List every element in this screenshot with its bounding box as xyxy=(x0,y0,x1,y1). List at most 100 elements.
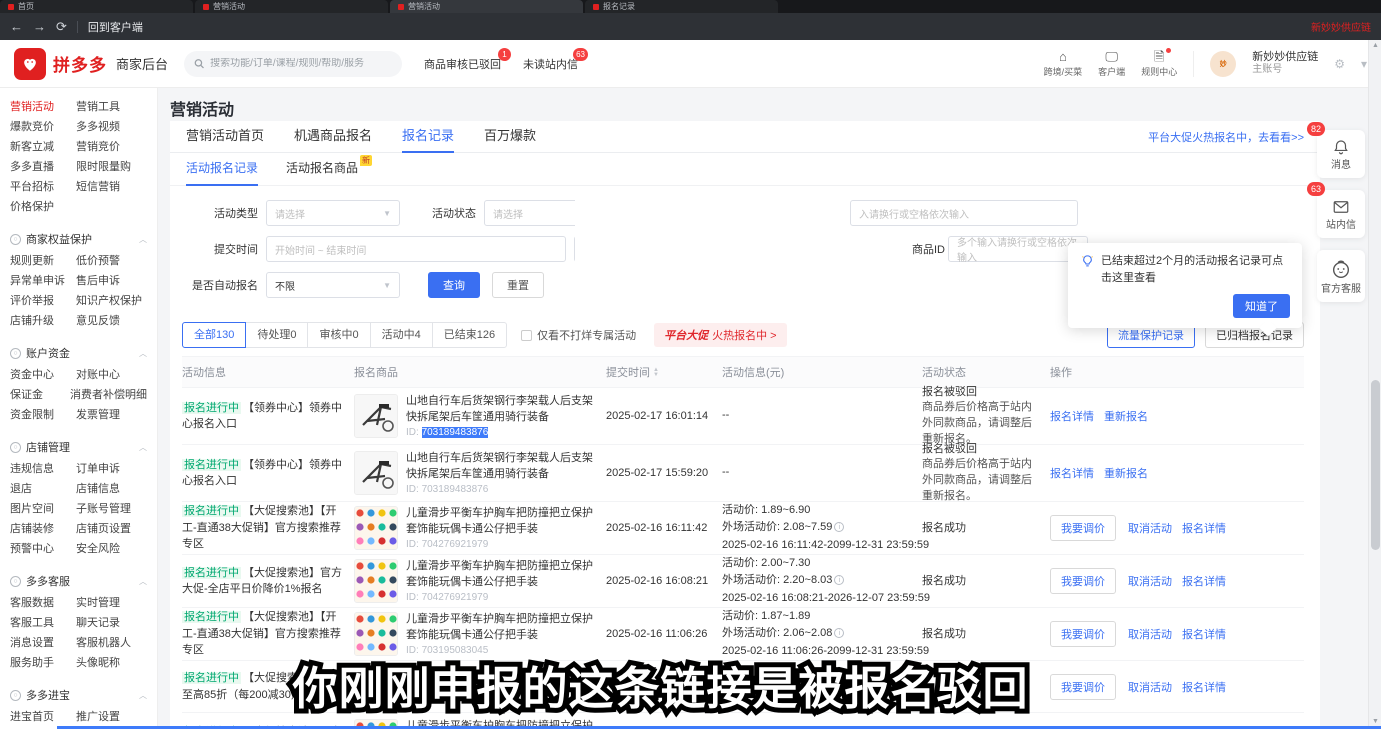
sidebar-item[interactable]: 进宝首页 xyxy=(10,708,76,724)
collapse-icon[interactable]: ︿ xyxy=(139,234,147,245)
chevron-down-icon[interactable]: ▾ xyxy=(1361,57,1367,71)
forward-icon[interactable]: → xyxy=(33,20,46,33)
unread-mail-link[interactable]: 未读站内信 63 xyxy=(523,56,578,72)
adjust-price-button[interactable]: 我要调价 xyxy=(1050,621,1116,647)
action-link[interactable]: 报名详情 xyxy=(1182,523,1226,535)
sidebar-item[interactable]: 客服工具 xyxy=(10,614,76,630)
info-icon[interactable]: i xyxy=(834,522,844,532)
search-input[interactable] xyxy=(210,58,392,69)
got-it-button[interactable]: 知道了 xyxy=(1233,294,1290,318)
sidebar-item[interactable]: 图片空间 xyxy=(10,500,76,516)
sidebar-item[interactable]: 短信营销 xyxy=(76,178,130,194)
browser-tab[interactable]: 首页 xyxy=(0,0,193,13)
action-link[interactable]: 取消活动 xyxy=(1128,682,1172,694)
sidebar-item[interactable]: 售后申诉 xyxy=(76,272,130,288)
sidebar-item[interactable]: 低价预警 xyxy=(76,252,130,268)
sidebar-item[interactable]: 安全风险 xyxy=(76,540,130,556)
sidebar-item[interactable]: 价格保护 xyxy=(10,198,76,214)
settings-gear-icon[interactable]: ⚙ xyxy=(1334,57,1345,71)
sidebar-item[interactable]: 店铺页设置 xyxy=(76,520,141,536)
site-mail-shortcut[interactable]: 63 站内信 xyxy=(1317,190,1365,238)
goods-id-input[interactable]: 多个输入请换行或空格依次输入 xyxy=(948,236,1088,262)
sidebar-item[interactable]: 违规信息 xyxy=(10,460,76,476)
sidebar-group-title[interactable]: ○多多进宝︿ xyxy=(10,684,157,706)
account-avatar[interactable]: 妙 xyxy=(1210,51,1236,77)
query-button[interactable]: 查询 xyxy=(428,272,480,298)
sidebar-item[interactable]: 发票管理 xyxy=(76,406,130,422)
status-pill[interactable]: 全部130 xyxy=(182,322,246,348)
sidebar-item[interactable]: 限时限量购 xyxy=(76,158,141,174)
product-id-value[interactable]: 703189483876 xyxy=(422,484,489,495)
promo-campaign-link[interactable]: 平台大促火热报名中，去看看>> xyxy=(1148,129,1304,145)
product-id-value[interactable]: 703189483876 xyxy=(422,427,489,438)
sidebar-item[interactable]: 消息设置 xyxy=(10,634,76,650)
pinduoduo-logo-icon[interactable] xyxy=(14,48,46,80)
adjust-price-button[interactable]: 我要调价 xyxy=(1050,515,1116,541)
sidebar-item[interactable]: 订单申诉 xyxy=(76,460,130,476)
tab-activity-goods[interactable]: 活动报名商品 新 xyxy=(286,153,358,186)
sidebar-item[interactable]: 头像昵称 xyxy=(76,654,130,670)
action-link[interactable]: 报名详情 xyxy=(1050,468,1094,480)
sidebar-group-title[interactable]: ○店铺管理︿ xyxy=(10,436,157,458)
crossborder-entry[interactable]: ⌂ 跨境/买菜 xyxy=(1044,50,1083,78)
collapse-icon[interactable]: ︿ xyxy=(139,690,147,701)
sidebar-item[interactable]: 异常单申诉 xyxy=(10,272,76,288)
sidebar-item[interactable]: 客服数据 xyxy=(10,594,76,610)
activity-id-input[interactable]: 入请换行或空格依次输入 xyxy=(850,200,1078,226)
review-rejected-link[interactable]: 商品审核已驳回 1 xyxy=(424,56,501,72)
sidebar-item[interactable]: 服务助手 xyxy=(10,654,76,670)
submit-time-range-input[interactable]: 开始时间 ~ 结束时间 xyxy=(266,236,566,262)
client-app-entry[interactable]: 🖵 客户端 xyxy=(1098,50,1125,78)
sidebar-item[interactable]: 知识产权保护 xyxy=(76,292,152,308)
sidebar-group-title[interactable]: ○多多客服︿ xyxy=(10,570,157,592)
back-to-client-link[interactable]: 回到客户端 xyxy=(88,19,143,35)
sidebar-item[interactable]: 预警中心 xyxy=(10,540,76,556)
scroll-down-icon[interactable]: ▼ xyxy=(1369,718,1381,725)
browser-tab[interactable]: 营销活动 xyxy=(195,0,388,13)
sidebar-item[interactable]: 店铺装修 xyxy=(10,520,76,536)
messages-shortcut[interactable]: 82 消息 xyxy=(1317,130,1365,178)
sidebar-item[interactable]: 实时管理 xyxy=(76,594,130,610)
collapse-icon[interactable]: ︿ xyxy=(139,442,147,453)
auto-signup-select[interactable]: 不限▼ xyxy=(266,272,400,298)
rule-center-entry[interactable]: 🗎 规则中心 xyxy=(1141,50,1177,78)
sidebar-item[interactable]: 资金限制 xyxy=(10,406,76,422)
action-link[interactable]: 报名详情 xyxy=(1182,682,1226,694)
product-id-value[interactable]: 704276921979 xyxy=(422,592,489,603)
page-tab[interactable]: 营销活动首页 xyxy=(186,121,264,153)
scroll-up-icon[interactable]: ▲ xyxy=(1369,42,1381,49)
scrollbar-thumb[interactable] xyxy=(1371,380,1380,550)
status-pill[interactable]: 活动中4 xyxy=(370,322,433,348)
info-icon[interactable]: i xyxy=(834,575,844,585)
status-pill[interactable]: 待处理0 xyxy=(245,322,308,348)
action-link[interactable]: 重新报名 xyxy=(1104,468,1148,480)
sidebar-item[interactable]: 子账号管理 xyxy=(76,500,141,516)
sidebar-item[interactable]: 多多直播 xyxy=(10,158,76,174)
global-search[interactable] xyxy=(184,51,402,77)
product-id-value[interactable]: 704276921979 xyxy=(422,539,489,550)
sidebar-item[interactable]: 爆款竞价 xyxy=(10,118,76,134)
sidebar-item[interactable]: 新客立减 xyxy=(10,138,76,154)
collapse-icon[interactable]: ︿ xyxy=(139,348,147,359)
tab-activity-record[interactable]: 活动报名记录 xyxy=(186,153,258,186)
sidebar-item[interactable]: 多多视频 xyxy=(76,118,130,134)
page-scrollbar[interactable]: ▲ ▼ xyxy=(1368,40,1381,729)
action-link[interactable]: 报名详情 xyxy=(1182,576,1226,588)
sidebar-item[interactable]: 资金中心 xyxy=(10,366,76,382)
official-service-shortcut[interactable]: 官方客服 xyxy=(1317,250,1365,302)
adjust-price-button[interactable]: 我要调价 xyxy=(1050,674,1116,700)
browser-tab[interactable]: 营销活动 xyxy=(390,0,583,13)
sidebar-item[interactable]: 平台招标 xyxy=(10,178,76,194)
sidebar-item[interactable]: 保证金 xyxy=(10,386,70,402)
sidebar-group-title[interactable]: ○商家权益保护︿ xyxy=(10,228,157,250)
page-tab[interactable]: 机遇商品报名 xyxy=(294,121,372,153)
status-pill[interactable]: 审核中0 xyxy=(307,322,370,348)
action-link[interactable]: 取消活动 xyxy=(1128,523,1172,535)
collapse-icon[interactable]: ︿ xyxy=(139,576,147,587)
hot-promo-tag[interactable]: 平台大促 火热报名中 > xyxy=(654,323,786,347)
adjust-price-button[interactable]: 我要调价 xyxy=(1050,568,1116,594)
sidebar-item[interactable]: 评价举报 xyxy=(10,292,76,308)
sidebar-item[interactable]: 客服机器人 xyxy=(76,634,141,650)
sidebar-item[interactable]: 消费者补偿明细 xyxy=(70,386,157,402)
sidebar-item[interactable]: 聊天记录 xyxy=(76,614,130,630)
